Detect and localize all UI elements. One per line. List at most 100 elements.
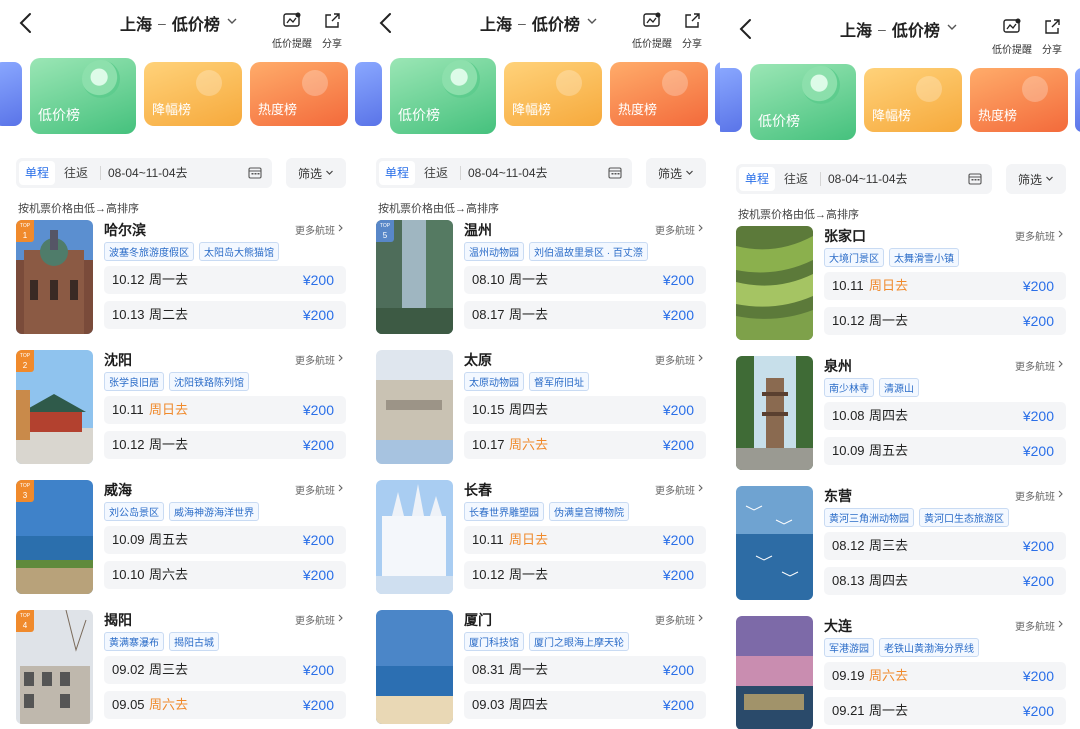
flight-option-row[interactable]: 10.09 周五去 ¥200 <box>824 437 1066 465</box>
destination-card[interactable]: 太原 更多航班 太原动物园 督军府旧址 10.15 周四去 ¥200 10.17 周六去 ¥200 <box>376 350 706 466</box>
filter-button[interactable]: 筛选 <box>286 158 346 188</box>
attraction-tag[interactable]: 军港游园 <box>824 638 874 657</box>
category-low-price[interactable]: 低价榜 <box>30 58 136 134</box>
destination-card[interactable]: 长春 更多航班 长春世界雕塑园 伪满皇宫博物院 10.11 周日去 ¥200 10.12 周一去… <box>376 480 706 596</box>
flight-option-row[interactable]: 10.13 周二去 ¥200 <box>104 301 346 329</box>
flight-option-row[interactable]: 08.17 周一去 ¥200 <box>464 301 706 329</box>
attraction-tag[interactable]: 伪满皇宫博物院 <box>549 502 629 521</box>
flight-option-row[interactable]: 09.03 周四去 ¥200 <box>464 691 706 719</box>
destination-card[interactable]: TOP 2 沈阳 更多航班 张学良旧居 沈阳铁路陈列馆 10.11 周日去 ¥200 10.12 周… <box>16 350 346 466</box>
page-title[interactable]: 上海 – 低价榜 <box>480 10 598 36</box>
date-range-field[interactable]: 08-04~11-04去 <box>108 161 188 185</box>
flight-option-row[interactable]: 10.12 周一去 ¥200 <box>104 266 346 294</box>
attraction-tag[interactable]: 揭阳古城 <box>169 632 219 651</box>
attraction-tag[interactable]: 黄河三角洲动物园 <box>824 508 914 527</box>
attraction-tag[interactable]: 南少林寺 <box>824 378 874 397</box>
category-popular[interactable]: 热度榜 <box>610 62 708 126</box>
flight-option-row[interactable]: 10.12 周一去 ¥200 <box>464 561 706 589</box>
category-low-price[interactable]: 低价榜 <box>390 58 496 134</box>
category-card-partial[interactable] <box>0 62 22 126</box>
flight-option-row[interactable]: 09.05 周六去 ¥200 <box>104 691 346 719</box>
calendar-icon[interactable] <box>608 166 622 180</box>
attraction-tag[interactable]: 黄河口生态旅游区 <box>919 508 1009 527</box>
attraction-tag[interactable]: 刘公岛景区 <box>104 502 164 521</box>
price-alert-button[interactable]: 低价提醒 <box>992 16 1032 56</box>
attraction-tag[interactable]: 沈阳铁路陈列馆 <box>169 372 249 391</box>
page-title[interactable]: 上海 – 低价榜 <box>840 16 958 42</box>
destination-photo[interactable]: TOP 5 <box>376 220 453 334</box>
destination-photo[interactable] <box>376 610 453 724</box>
flight-option-row[interactable]: 10.09 周五去 ¥200 <box>104 526 346 554</box>
attraction-tag[interactable]: 清源山 <box>879 378 919 397</box>
flight-option-row[interactable]: 10.08 周四去 ¥200 <box>824 402 1066 430</box>
attraction-tag[interactable]: 波塞冬旅游度假区 <box>104 242 194 261</box>
more-flights-link[interactable]: 更多航班 <box>295 352 344 367</box>
tab-round-trip[interactable]: 往返 <box>418 161 454 185</box>
destination-card[interactable]: TOP 5 温州 更多航班 温州动物园 刘伯温故里景区 · 百丈漈 08.10 周一去 ¥200… <box>376 220 706 336</box>
destination-photo[interactable]: TOP 2 <box>16 350 93 464</box>
date-range-field[interactable]: 08-04~11-04去 <box>828 167 908 191</box>
flight-option-row[interactable]: 08.10 周一去 ¥200 <box>464 266 706 294</box>
attraction-tag[interactable]: 太舞滑雪小镇 <box>889 248 959 267</box>
destination-photo[interactable] <box>736 226 813 340</box>
share-button[interactable]: 分享 <box>322 10 342 50</box>
destination-photo[interactable]: TOP 3 <box>16 480 93 594</box>
flight-option-row[interactable]: 09.19 周六去 ¥200 <box>824 662 1066 690</box>
destination-photo[interactable] <box>736 486 813 600</box>
category-popular[interactable]: 热度榜 <box>970 68 1068 132</box>
attraction-tag[interactable]: 督军府旧址 <box>529 372 589 391</box>
destination-photo[interactable] <box>736 356 813 470</box>
share-button[interactable]: 分享 <box>1042 16 1062 56</box>
attraction-tag[interactable]: 黄满寨瀑布 <box>104 632 164 651</box>
category-card-partial[interactable] <box>360 62 382 126</box>
category-price-drop[interactable]: 降幅榜 <box>504 62 602 126</box>
destination-photo[interactable] <box>376 350 453 464</box>
destination-photo[interactable] <box>376 480 453 594</box>
chevron-left-icon[interactable] <box>376 10 396 36</box>
category-card-partial[interactable] <box>1075 68 1080 132</box>
flight-option-row[interactable]: 10.12 周一去 ¥200 <box>104 431 346 459</box>
attraction-tag[interactable]: 太阳岛大熊猫馆 <box>199 242 279 261</box>
more-flights-link[interactable]: 更多航班 <box>1015 618 1064 633</box>
flight-option-row[interactable]: 10.11 周日去 ¥200 <box>464 526 706 554</box>
more-flights-link[interactable]: 更多航班 <box>655 612 704 627</box>
chevron-left-icon[interactable] <box>16 10 36 36</box>
tab-round-trip[interactable]: 往返 <box>778 167 814 191</box>
calendar-icon[interactable] <box>968 172 982 186</box>
tab-round-trip[interactable]: 往返 <box>58 161 94 185</box>
destination-card[interactable]: 大连 更多航班 军港游园 老铁山黄渤海分界线 09.19 周六去 ¥200 09.21 周一去 ¥… <box>736 616 1066 729</box>
attraction-tag[interactable]: 厦门之眼海上摩天轮 <box>529 632 629 651</box>
more-flights-link[interactable]: 更多航班 <box>1015 228 1064 243</box>
flight-option-row[interactable]: 08.13 周四去 ¥200 <box>824 567 1066 595</box>
more-flights-link[interactable]: 更多航班 <box>655 222 704 237</box>
category-price-drop[interactable]: 降幅榜 <box>144 62 242 126</box>
flight-option-row[interactable]: 10.11 周日去 ¥200 <box>104 396 346 424</box>
attraction-tag[interactable]: 长春世界雕塑园 <box>464 502 544 521</box>
category-popular[interactable]: 热度榜 <box>250 62 348 126</box>
category-card-partial[interactable] <box>720 68 742 132</box>
more-flights-link[interactable]: 更多航班 <box>655 482 704 497</box>
attraction-tag[interactable]: 厦门科技馆 <box>464 632 524 651</box>
destination-card[interactable]: 厦门 更多航班 厦门科技馆 厦门之眼海上摩天轮 08.31 周一去 ¥200 09.03 周四去… <box>376 610 706 726</box>
destination-card[interactable]: 泉州 更多航班 南少林寺 清源山 10.08 周四去 ¥200 10.09 周五去 ¥200 <box>736 356 1066 472</box>
destination-card[interactable]: TOP 3 威海 更多航班 刘公岛景区 威海神游海洋世界 10.09 周五去 ¥200 10.10… <box>16 480 346 596</box>
more-flights-link[interactable]: 更多航班 <box>1015 488 1064 503</box>
price-alert-button[interactable]: 低价提醒 <box>632 10 672 50</box>
category-price-drop[interactable]: 降幅榜 <box>864 68 962 132</box>
more-flights-link[interactable]: 更多航班 <box>295 482 344 497</box>
attraction-tag[interactable]: 刘伯温故里景区 · 百丈漈 <box>529 242 648 261</box>
price-alert-button[interactable]: 低价提醒 <box>272 10 312 50</box>
flight-option-row[interactable]: 10.11 周日去 ¥200 <box>824 272 1066 300</box>
tab-one-way[interactable]: 单程 <box>379 161 416 185</box>
attraction-tag[interactable]: 老铁山黄渤海分界线 <box>879 638 979 657</box>
more-flights-link[interactable]: 更多航班 <box>1015 358 1064 373</box>
category-low-price[interactable]: 低价榜 <box>750 64 856 140</box>
chevron-left-icon[interactable] <box>736 16 756 42</box>
flight-option-row[interactable]: 10.12 周一去 ¥200 <box>824 307 1066 335</box>
attraction-tag[interactable]: 大境门景区 <box>824 248 884 267</box>
destination-card[interactable]: TOP 1 哈尔滨 更多航班 波塞冬旅游度假区 太阳岛大熊猫馆 10.12 周一去 ¥200 10… <box>16 220 346 336</box>
filter-button[interactable]: 筛选 <box>646 158 706 188</box>
flight-option-row[interactable]: 09.21 周一去 ¥200 <box>824 697 1066 725</box>
more-flights-link[interactable]: 更多航班 <box>295 612 344 627</box>
flight-option-row[interactable]: 10.15 周四去 ¥200 <box>464 396 706 424</box>
